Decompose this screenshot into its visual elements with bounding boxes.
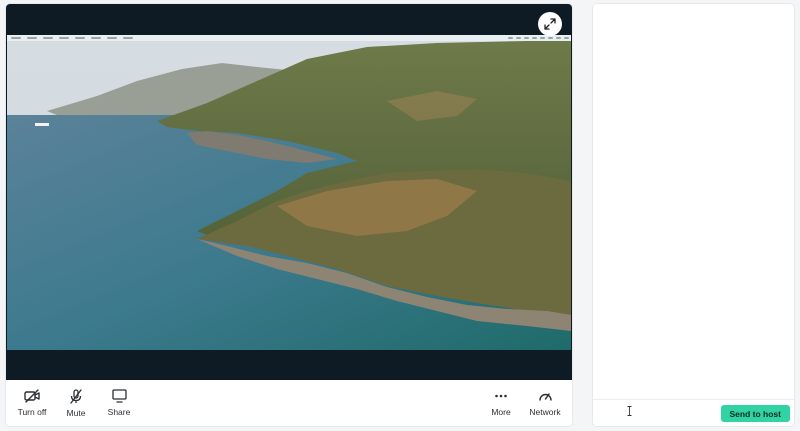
chat-messages-area [593,4,794,399]
expand-icon [544,18,556,30]
network-button[interactable]: Network [518,380,572,426]
mute-label: Mute [66,407,86,418]
call-toolbar: Turn off Mute Share More Network [6,380,572,426]
more-dots-icon [495,394,507,398]
landscape-image [7,41,571,350]
camera-toggle-label: Turn off [17,407,47,417]
network-label: Network [529,407,561,417]
share-button[interactable]: Share [94,380,144,426]
chat-panel: Send to host [593,4,794,426]
chat-message-input[interactable] [593,402,721,425]
text-cursor-icon [627,406,632,416]
more-label: More [491,407,511,417]
share-label: Share [107,407,131,417]
monitor-icon [111,389,127,403]
camera-off-icon [24,389,40,403]
chat-compose-bar: Send to host [593,399,794,426]
expand-button[interactable] [538,12,562,36]
shared-screen [7,35,571,350]
send-to-host-button[interactable]: Send to host [720,405,790,422]
more-button[interactable]: More [484,380,518,426]
camera-toggle-button[interactable]: Turn off [6,380,58,426]
mic-off-icon [70,388,82,404]
video-stage [6,4,572,380]
mute-button[interactable]: Mute [58,380,94,426]
video-panel: Turn off Mute Share More Network [6,4,572,426]
speedometer-icon [538,393,552,401]
